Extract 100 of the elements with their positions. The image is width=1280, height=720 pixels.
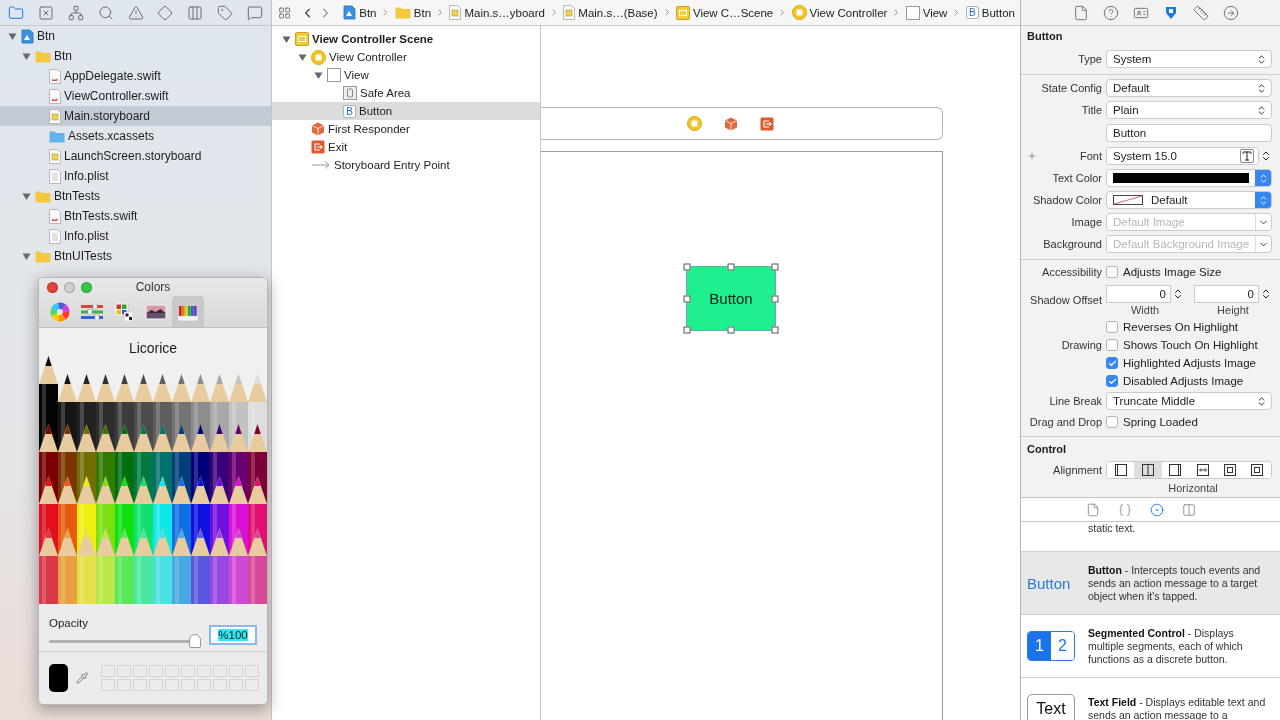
file-row[interactable]: Assets.xcassets	[0, 126, 271, 146]
disclosure-triangle-icon[interactable]	[313, 70, 323, 80]
popup-button[interactable]: Default	[1106, 79, 1272, 97]
disclosure-triangle-icon[interactable]	[21, 251, 31, 261]
checkbox[interactable]	[1106, 321, 1118, 333]
disclosure-triangle-icon[interactable]	[7, 31, 17, 41]
outline-row[interactable]: View	[272, 66, 540, 84]
circle-dot-icon[interactable]	[1149, 502, 1164, 517]
resize-handle[interactable]	[683, 326, 691, 334]
warning-icon[interactable]	[127, 4, 144, 21]
alignment-segment[interactable]	[1134, 462, 1162, 478]
stepper-icon[interactable]	[1260, 287, 1272, 300]
outline-row[interactable]: B Button	[272, 102, 540, 120]
checkbox[interactable]	[1106, 375, 1118, 387]
disclosure-triangle-icon[interactable]	[21, 191, 31, 201]
file-row[interactable]: BtnTests.swift	[0, 206, 271, 226]
hierarchy-icon[interactable]	[67, 4, 84, 21]
outline-row[interactable]: View Controller	[272, 48, 540, 66]
path-crumb[interactable]: Btn	[342, 5, 378, 20]
resize-handle[interactable]	[771, 263, 779, 271]
document-icon[interactable]	[1085, 502, 1100, 517]
arrow-right-circle-icon[interactable]	[1222, 4, 1239, 21]
square-x-icon[interactable]	[37, 4, 54, 21]
popup-button[interactable]: Truncate Middle	[1106, 392, 1272, 410]
file-row[interactable]: BtnUITests	[0, 246, 271, 266]
file-row[interactable]: LaunchScreen.storyboard	[0, 146, 271, 166]
checkbox[interactable]	[1106, 357, 1118, 369]
resize-handle[interactable]	[771, 295, 779, 302]
resize-handle[interactable]	[727, 326, 735, 334]
title-field[interactable]: Button	[1106, 123, 1272, 142]
disclosure-triangle-icon[interactable]	[281, 34, 291, 44]
popup-button[interactable]: Plain	[1106, 101, 1272, 119]
color-well[interactable]: Default	[1106, 191, 1272, 209]
search-icon[interactable]	[97, 4, 114, 21]
resize-handle[interactable]	[727, 263, 735, 271]
path-crumb[interactable]: View C…Scene	[674, 5, 775, 20]
pencils-drawing[interactable]	[39, 356, 267, 604]
eyedropper-icon[interactable]	[76, 669, 89, 687]
alignment-control[interactable]	[1106, 461, 1272, 479]
question-mark-icon[interactable]	[1102, 4, 1119, 21]
file-row[interactable]: ViewController.swift	[0, 86, 271, 106]
grid-icon[interactable]	[278, 5, 292, 20]
braces-icon[interactable]	[1117, 502, 1132, 517]
outline-row[interactable]: Storyboard Entry Point	[272, 156, 540, 174]
speech-bubble-icon[interactable]	[247, 4, 263, 21]
color-well[interactable]	[1106, 169, 1272, 187]
opacity-slider[interactable]	[49, 634, 201, 649]
font-field[interactable]: System 15.0	[1106, 146, 1259, 165]
number-field[interactable]: 0	[1106, 284, 1171, 303]
resize-handle[interactable]	[683, 295, 691, 302]
panel-icon[interactable]	[1181, 502, 1196, 517]
file-row[interactable]: AppDelegate.swift	[0, 66, 271, 86]
tag-icon[interactable]	[217, 4, 234, 21]
path-crumb[interactable]: View	[904, 5, 949, 20]
popup-button[interactable]: System	[1106, 50, 1272, 68]
path-crumb[interactable]: View Controller	[790, 5, 889, 20]
zoom-button[interactable]	[81, 281, 92, 293]
file-row[interactable]: Main.storyboard	[0, 106, 271, 126]
library-item[interactable]: static text.	[1021, 522, 1280, 552]
file-row[interactable]: Btn	[0, 26, 271, 46]
color-wheel-icon	[50, 301, 70, 322]
path-crumb[interactable]: Main.s…(Base)	[562, 5, 659, 20]
path-crumb[interactable]: B Button	[964, 6, 1016, 19]
checkbox[interactable]	[1106, 416, 1118, 428]
plus-icon[interactable]	[1027, 150, 1037, 161]
stepper-button[interactable]	[1255, 192, 1271, 208]
mode-tab[interactable]	[172, 296, 204, 327]
current-color-swatch[interactable]	[49, 664, 69, 692]
file-row[interactable]: BtnTests	[0, 186, 271, 206]
disclosure-triangle-icon[interactable]	[21, 51, 31, 61]
resize-handle[interactable]	[771, 326, 779, 334]
file-row[interactable]: Btn	[0, 46, 271, 66]
library-item[interactable]: Button Button - Intercepts touch events and sends an action message to a target object when it's tapped.	[1021, 552, 1280, 615]
close-button[interactable]	[47, 281, 58, 293]
folder-icon[interactable]	[8, 4, 24, 21]
columns-icon[interactable]	[187, 4, 204, 21]
slider-thumb[interactable]	[189, 634, 201, 649]
file-row[interactable]: Info.plist	[0, 166, 271, 186]
text-style-icon[interactable]	[1240, 148, 1254, 163]
stepper-icon[interactable]	[1172, 287, 1184, 300]
diamond-icon[interactable]	[157, 4, 174, 21]
path-crumb[interactable]: Main.s…yboard	[448, 5, 546, 20]
checkbox[interactable]	[1106, 339, 1118, 351]
outline-row[interactable]: Exit	[272, 138, 540, 156]
stepper-icon[interactable]	[1260, 149, 1272, 162]
disclosure-triangle-icon[interactable]	[297, 52, 307, 62]
minimize-button[interactable]	[64, 281, 75, 293]
number-field[interactable]: 0	[1194, 284, 1259, 303]
outline-row[interactable]: Safe Area	[272, 84, 540, 102]
opacity-field[interactable]: %100	[209, 625, 257, 646]
ruler-icon[interactable]	[1192, 4, 1209, 21]
path-crumb[interactable]: Btn	[393, 6, 433, 19]
outline-row[interactable]: First Responder	[272, 120, 540, 138]
file-row[interactable]: Info.plist	[0, 226, 271, 246]
document-icon[interactable]	[1072, 4, 1089, 21]
checkbox[interactable]	[1106, 266, 1118, 278]
stepper-button[interactable]	[1255, 170, 1271, 186]
canvas-button[interactable]: Button	[686, 266, 776, 331]
outline-row[interactable]: View Controller Scene	[272, 30, 540, 48]
resize-handle[interactable]	[683, 263, 691, 271]
